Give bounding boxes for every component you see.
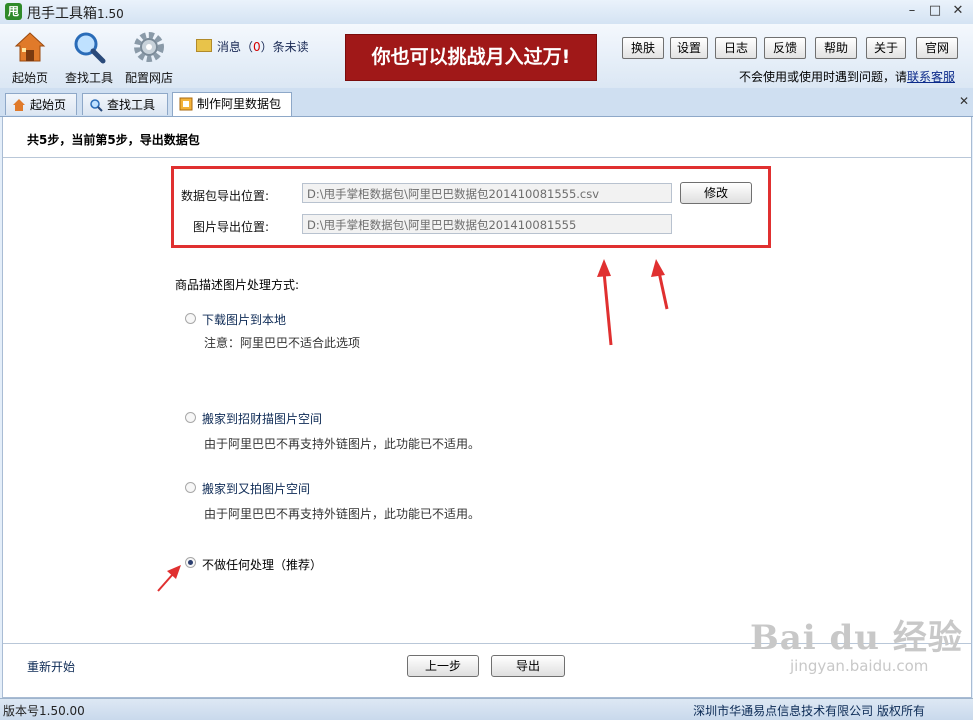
package-icon bbox=[179, 97, 193, 111]
feedback-button[interactable]: 反馈 bbox=[764, 37, 806, 59]
home-label: 起始页 bbox=[11, 71, 48, 85]
tab-find-tools[interactable]: 查找工具 bbox=[82, 93, 168, 115]
close-window-button[interactable]: ✕ bbox=[948, 2, 968, 20]
house-icon bbox=[13, 99, 25, 111]
contact-support-link[interactable]: 联系客服 bbox=[907, 70, 955, 84]
help-line: 不会使用或使用时遇到问题，请联系客服 bbox=[738, 70, 955, 84]
close-tab-icon[interactable]: ✕ bbox=[959, 94, 969, 108]
app-logo-icon: 甩 bbox=[5, 3, 22, 20]
promo-banner[interactable]: 你也可以挑战月入过万! bbox=[345, 34, 597, 81]
tab-make-ali-package[interactable]: 制作阿里数据包 bbox=[172, 92, 292, 116]
option-youpai-radio[interactable] bbox=[185, 482, 196, 493]
log-button[interactable]: 日志 bbox=[715, 37, 757, 59]
tab-home-label: 起始页 bbox=[30, 98, 67, 112]
export-button[interactable]: 导出 bbox=[491, 655, 565, 677]
option-none-label[interactable]: 不做任何处理（推荐） bbox=[202, 556, 322, 573]
option-youpai-note: 由于阿里巴巴不再支持外链图片，此功能已不适用。 bbox=[204, 507, 481, 521]
about-button[interactable]: 关于 bbox=[866, 37, 906, 59]
message-count: 0 bbox=[253, 40, 261, 54]
option-zhaocai-note: 由于阿里巴巴不再支持外链图片，此功能已不适用。 bbox=[204, 437, 481, 451]
restart-link[interactable]: 重新开始 bbox=[27, 658, 75, 675]
help-button[interactable]: 帮助 bbox=[815, 37, 857, 59]
house-icon bbox=[14, 32, 46, 62]
prev-step-button[interactable]: 上一步 bbox=[407, 655, 479, 677]
status-bar: 版本号1.50.00 深圳市华通易点信息技术有限公司 版权所有 bbox=[0, 698, 973, 720]
option-zhaocai-label[interactable]: 搬家到招财描图片空间 bbox=[202, 410, 322, 427]
option-download-label[interactable]: 下载图片到本地 bbox=[202, 311, 286, 328]
title-bar: 甩 甩手工具箱1.50 – □ ✕ bbox=[0, 0, 973, 24]
option-zhaocai-radio[interactable] bbox=[185, 412, 196, 423]
envelope-icon bbox=[196, 39, 212, 52]
window-title: 甩手工具箱1.50 bbox=[27, 6, 124, 22]
option-none-radio[interactable] bbox=[185, 557, 196, 568]
baidu-watermark: Bai du 经验 jingyan.baidu.com bbox=[750, 618, 963, 675]
gear-icon bbox=[134, 32, 164, 62]
skin-button[interactable]: 换肤 bbox=[622, 37, 664, 59]
window-version: 1.50 bbox=[97, 7, 124, 21]
main-toolbar: 起始页 查找工具 配置网店 消息（0）条未读 你也可以挑战月入过万! 换肤 设置… bbox=[0, 24, 973, 88]
minimize-button[interactable]: – bbox=[902, 2, 922, 20]
magnifier-icon bbox=[74, 32, 106, 64]
config-shop-label: 配置网店 bbox=[124, 71, 173, 85]
version-text: 版本号1.50.00 bbox=[3, 704, 85, 718]
tab-home[interactable]: 起始页 bbox=[5, 93, 77, 115]
tab-bar: 起始页 查找工具 制作阿里数据包 bbox=[0, 88, 973, 117]
option-youpai-label[interactable]: 搬家到又拍图片空间 bbox=[202, 480, 310, 497]
arrow-annotation-3 bbox=[157, 565, 181, 592]
arrow-annotation-2 bbox=[651, 259, 669, 310]
maximize-button[interactable]: □ bbox=[925, 2, 945, 20]
copyright-text: 深圳市华通易点信息技术有限公司 版权所有 bbox=[693, 704, 925, 718]
image-handling-title: 商品描述图片处理方式: bbox=[175, 278, 300, 292]
tab-make-ali-package-label: 制作阿里数据包 bbox=[197, 97, 282, 111]
arrow-annotation-1 bbox=[597, 259, 613, 346]
home-button[interactable]: 起始页 bbox=[3, 28, 57, 86]
find-tools-button[interactable]: 查找工具 bbox=[62, 28, 116, 86]
magnifier-icon bbox=[90, 99, 103, 112]
config-shop-button[interactable]: 配置网店 bbox=[122, 28, 176, 86]
messages-link[interactable]: 消息（0）条未读 bbox=[196, 38, 309, 55]
find-tools-label: 查找工具 bbox=[64, 71, 113, 85]
option-download-radio[interactable] bbox=[185, 313, 196, 324]
settings-button[interactable]: 设置 bbox=[670, 37, 708, 59]
website-button[interactable]: 官网 bbox=[916, 37, 958, 59]
app-window: 甩 甩手工具箱1.50 – □ ✕ 起始页 查找工具 配置网店 消息（0）条未读… bbox=[0, 0, 973, 720]
tab-find-tools-label: 查找工具 bbox=[107, 98, 156, 112]
option-download-note: 注意：阿里巴巴不适合此选项 bbox=[204, 336, 361, 350]
